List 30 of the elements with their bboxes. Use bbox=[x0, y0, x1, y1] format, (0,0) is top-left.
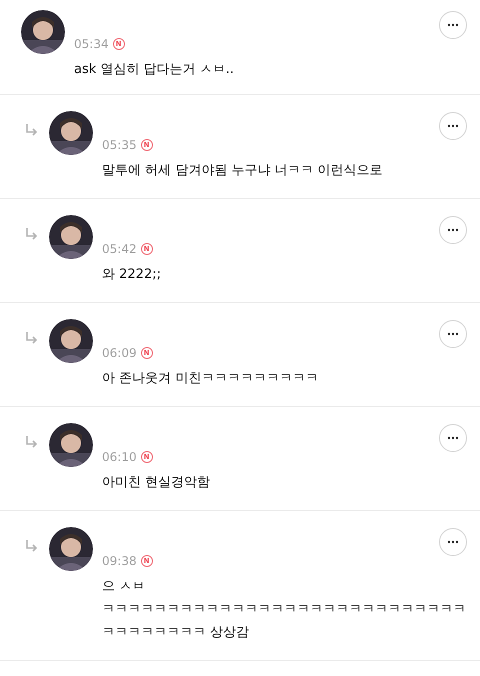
comment-time: 09:38 bbox=[102, 553, 137, 569]
more-icon bbox=[447, 540, 459, 544]
comment-text: 으 ㅅㅂ bbox=[102, 578, 146, 596]
more-button[interactable] bbox=[439, 11, 467, 39]
reply-arrow-icon bbox=[25, 539, 39, 553]
comment-text: ㅋㅋㅋㅋㅋㅋㅋㅋㅋㅋㅋㅋㅋㅋㅋㅋㅋㅋㅋㅋㅋㅋㅋㅋㅋㅋㅋㅋㅋㅋㅋㅋㅋㅋㅋㅋ 상상감 bbox=[102, 601, 467, 642]
more-button[interactable] bbox=[439, 424, 467, 452]
comment-text: 아 존나웃겨 미친ㅋㅋㅋㅋㅋㅋㅋㅋㅋ bbox=[102, 370, 320, 388]
more-icon bbox=[447, 228, 459, 232]
reply-arrow-icon bbox=[25, 123, 39, 137]
comment-text: ask 열심히 답다는거 ㅅㅂ.. bbox=[74, 61, 235, 79]
comment-time: 05:34 bbox=[74, 36, 109, 52]
comment-time: 06:10 bbox=[102, 449, 137, 465]
comment-text: 와 2222;; bbox=[102, 266, 162, 284]
reply-arrow-icon bbox=[25, 435, 39, 449]
reply-arrow-icon bbox=[25, 331, 39, 345]
more-icon bbox=[447, 332, 459, 336]
comment-time: 05:42 bbox=[102, 241, 137, 257]
more-icon bbox=[447, 124, 459, 128]
more-button[interactable] bbox=[439, 216, 467, 244]
more-icon bbox=[447, 23, 459, 27]
more-button[interactable] bbox=[439, 112, 467, 140]
reply-arrow-icon bbox=[25, 227, 39, 241]
comment-text: 아미친 현실경악함 bbox=[102, 474, 212, 492]
comment-time: 06:09 bbox=[102, 345, 137, 361]
more-icon bbox=[447, 436, 459, 440]
comment-time: 05:35 bbox=[102, 137, 137, 153]
more-button[interactable] bbox=[439, 320, 467, 348]
comment-text: 말투에 허세 담겨야됨 누구냐 너ㅋㅋ 이런식으로 bbox=[102, 162, 384, 180]
more-button[interactable] bbox=[439, 528, 467, 556]
